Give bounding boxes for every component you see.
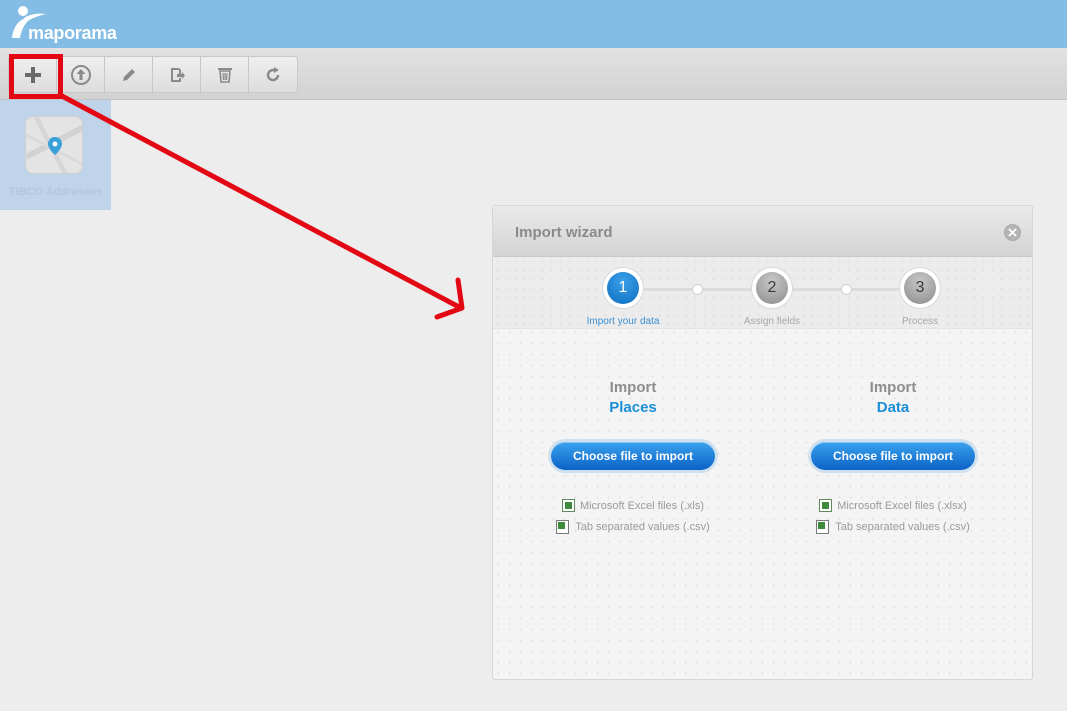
choose-data-file-label: Choose file to import	[811, 442, 975, 470]
maporama-logo[interactable]: maporama	[10, 4, 130, 44]
filetype-xls: Microsoft Excel files (.xls)	[533, 495, 733, 516]
step-1-indicator[interactable]: 1	[602, 267, 644, 309]
place-card-label: TIBCO Addresses	[8, 186, 103, 198]
import-places-section: Import Places Choose file to import Micr…	[533, 378, 733, 534]
upload-icon	[70, 64, 91, 85]
filetype-csv: Tab separated values (.csv)	[793, 516, 993, 537]
refresh-button[interactable]	[249, 57, 297, 92]
dialog-header: Import wizard	[493, 206, 1032, 257]
step-2-number: 2	[756, 272, 788, 304]
trash-icon	[217, 67, 232, 83]
pencil-icon	[122, 68, 135, 81]
add-icon	[24, 66, 41, 83]
data-filetypes: Microsoft Excel files (.xlsx) Tab separa…	[793, 495, 993, 537]
step-3-number: 3	[904, 272, 936, 304]
upload-button[interactable]	[57, 57, 105, 92]
close-icon	[1008, 228, 1017, 237]
step-3-label: Process	[901, 316, 939, 327]
step-1-label: Import your data	[586, 316, 660, 327]
import-wizard-dialog: Import wizard 1 2 3 Import your data Ass…	[492, 205, 1033, 680]
choose-places-file-label: Choose file to import	[551, 442, 715, 470]
import-places-heading: Import	[609, 379, 657, 396]
step-2-indicator[interactable]: 2	[751, 267, 793, 309]
import-data-title: Data	[876, 399, 910, 416]
step-2-label: Assign fields	[743, 316, 801, 327]
step-3-indicator[interactable]: 3	[899, 267, 941, 309]
add-button[interactable]	[9, 57, 57, 92]
choose-data-file-button[interactable]: Choose file to import	[808, 439, 978, 473]
toolbar	[0, 48, 1067, 100]
csv-file-icon	[556, 519, 570, 534]
import-data-section: Import Data Choose file to import Micros…	[793, 378, 993, 534]
filetype-csv: Tab separated values (.csv)	[533, 516, 733, 537]
map-pin-icon	[26, 117, 82, 173]
choose-places-file-button[interactable]: Choose file to import	[548, 439, 718, 473]
places-filetypes: Microsoft Excel files (.xls) Tab separat…	[533, 495, 733, 537]
excel-file-icon	[819, 499, 833, 512]
step-connector-dot	[692, 284, 703, 295]
step-1-number: 1	[607, 272, 639, 304]
close-button[interactable]	[1004, 224, 1021, 241]
app-header: maporama	[0, 0, 1067, 48]
delete-button[interactable]	[201, 57, 249, 92]
step-connector-dot	[841, 284, 852, 295]
csv-file-icon	[816, 519, 830, 534]
export-icon	[170, 67, 185, 82]
refresh-icon	[266, 66, 280, 81]
edit-button[interactable]	[105, 57, 153, 92]
filetype-xlsx: Microsoft Excel files (.xlsx)	[793, 495, 993, 516]
map-thumbnail	[25, 116, 83, 174]
wizard-steps: 1 2 3 Import your data Assign fields Pro…	[493, 257, 1032, 329]
toolbar-button-group	[8, 56, 298, 93]
brand-name: maporama	[28, 23, 117, 43]
dialog-title: Import wizard	[515, 224, 613, 241]
excel-file-icon	[561, 499, 575, 512]
export-button[interactable]	[153, 57, 201, 92]
import-data-heading: Import	[869, 379, 917, 396]
place-card-tibco-addresses[interactable]: TIBCO Addresses	[0, 100, 111, 210]
import-places-title: Places	[609, 399, 657, 416]
